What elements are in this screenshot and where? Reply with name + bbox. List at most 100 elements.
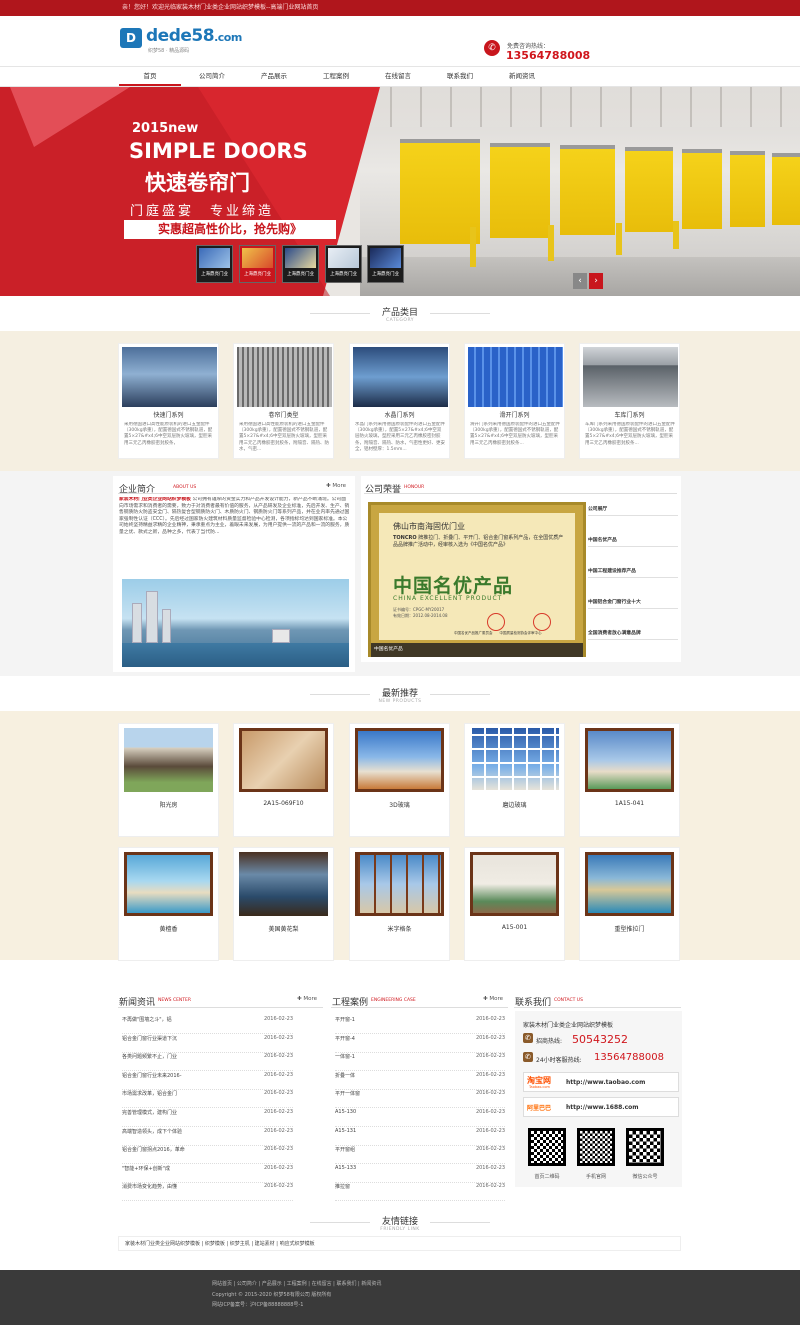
category-card[interactable]: 滑开门系列 滑开门系列采用德国原装配件的进口五金配件（300kg承重），配置德国…: [464, 343, 565, 459]
news-row[interactable]: 各类问题频繁不止，门业 2016-02-23: [122, 1053, 293, 1072]
case-row[interactable]: 推拉窗 2016-02-23: [335, 1183, 505, 1202]
honor-list-item[interactable]: 中国名优产品: [588, 536, 678, 547]
row-title[interactable]: 折叠一体: [335, 1073, 355, 1079]
certificate-image[interactable]: 佛山市南海固优门业 TONCRO 牌推拉门、折叠门、平开门、铝合金门窗系列产品，…: [368, 502, 586, 657]
news-more-link[interactable]: ✚ More: [297, 996, 317, 1002]
product-card[interactable]: 黄檀香: [118, 847, 219, 961]
cases-more-link[interactable]: ✚ More: [483, 996, 503, 1002]
product-card[interactable]: A15-001: [464, 847, 565, 961]
banner-cta[interactable]: 实惠超高性价比，抢先购》: [124, 220, 336, 239]
row-title[interactable]: 推拉窗: [335, 1184, 350, 1190]
logo[interactable]: dede58.com: [146, 26, 242, 46]
nav-item-news[interactable]: 新闻资讯: [491, 67, 553, 86]
footer-link[interactable]: 工程案例: [287, 1281, 307, 1287]
honor-list-item[interactable]: 全国消费者放心满意品牌: [588, 629, 678, 640]
footer-link[interactable]: 在线留言: [312, 1281, 332, 1287]
friend-link[interactable]: 家装木材门业类企业网站织梦模板: [125, 1241, 200, 1247]
footer-link[interactable]: 公司简介: [237, 1281, 257, 1287]
hero-banner[interactable]: 2015new SIMPLE DOORS 快速卷帘门 门庭盛宴 专业缔造 实惠超…: [0, 87, 800, 296]
alibaba-link[interactable]: 阿里巴巴 http://www.1688.com: [523, 1097, 679, 1117]
footer-link[interactable]: 新闻资讯: [361, 1281, 381, 1287]
nav-item-home[interactable]: 首页: [119, 67, 181, 86]
friend-link[interactable]: 织梦主机: [230, 1241, 250, 1247]
row-title[interactable]: 平开窗-4: [335, 1036, 355, 1042]
about-more-link[interactable]: ✚ More: [326, 483, 346, 489]
row-title[interactable]: 铝合金门窗行业未来2016-: [122, 1073, 182, 1079]
case-row[interactable]: A15-133 2016-02-23: [335, 1165, 505, 1183]
row-title[interactable]: 高端智造领头，成下个体验: [122, 1129, 182, 1135]
news-row[interactable]: 高端智造领头，成下个体验 2016-02-23: [122, 1128, 293, 1146]
product-card[interactable]: 1A15-041: [579, 723, 680, 837]
row-title[interactable]: 完善管理模式，建构门业: [122, 1110, 177, 1116]
category-name[interactable]: 滑开门系列: [465, 410, 564, 419]
taobao-link[interactable]: 淘宝网 Taobao.com http://www.taobao.com: [523, 1072, 679, 1092]
row-title[interactable]: 不再做"围墙之斗"，铝: [122, 1017, 172, 1023]
product-card[interactable]: 2A15-069F10: [233, 723, 334, 837]
row-title[interactable]: 一体窗-1: [335, 1054, 355, 1060]
category-name[interactable]: 车库门系列: [580, 410, 679, 419]
news-row[interactable]: 不再做"围墙之斗"，铝 2016-02-23: [122, 1016, 293, 1034]
nav-item-about[interactable]: 公司简介: [181, 67, 243, 86]
product-name[interactable]: 1A15-041: [580, 800, 679, 807]
product-card[interactable]: 阳光房: [118, 723, 219, 837]
product-card[interactable]: 美国黄花梨: [233, 847, 334, 961]
case-row[interactable]: 折叠一体 2016-02-23: [335, 1072, 505, 1090]
row-title[interactable]: A15-133: [335, 1165, 356, 1171]
case-row[interactable]: 平开窗组 2016-02-23: [335, 1146, 505, 1165]
product-name[interactable]: 阳光房: [119, 800, 218, 809]
banner-thumb[interactable]: 上海鼎亮门业: [239, 245, 276, 283]
footer-link[interactable]: 产品展示: [262, 1281, 282, 1287]
news-row[interactable]: 铝合金门窗行业渠道下沉 2016-02-23: [122, 1035, 293, 1053]
news-row[interactable]: 市场需求改革，铝合金门 2016-02-23: [122, 1090, 293, 1109]
friend-link[interactable]: 织梦模板: [205, 1241, 225, 1247]
row-title[interactable]: A15-131: [335, 1128, 356, 1134]
product-name[interactable]: 美国黄花梨: [234, 924, 333, 933]
row-title[interactable]: 市场需求改革，铝合金门: [122, 1091, 177, 1097]
row-title[interactable]: 平开窗组: [335, 1147, 355, 1153]
product-card[interactable]: 米字格条: [349, 847, 450, 961]
case-row[interactable]: 一体窗-1 2016-02-23: [335, 1053, 505, 1072]
case-row[interactable]: 平开窗-1 2016-02-23: [335, 1016, 505, 1034]
case-row[interactable]: A15-131 2016-02-23: [335, 1128, 505, 1146]
product-card[interactable]: 重型推拉门: [579, 847, 680, 961]
row-title[interactable]: 铝合金门窗行业渠道下沉: [122, 1036, 177, 1042]
case-row[interactable]: A15-130 2016-02-23: [335, 1109, 505, 1127]
nav-item-message[interactable]: 在线留言: [367, 67, 429, 86]
product-name[interactable]: 黄檀香: [119, 924, 218, 933]
row-title[interactable]: 消费市场变化趋势，由懂: [122, 1184, 177, 1190]
nav-item-products[interactable]: 产品展示: [243, 67, 305, 86]
banner-thumb[interactable]: 上海鼎亮门业: [325, 245, 362, 283]
product-name[interactable]: 3D玻璃: [350, 800, 449, 809]
category-card[interactable]: 快速门系列 采用德国进口高性能原装机的进口五金配件（300kg承重），配置德国式…: [118, 343, 219, 459]
row-title[interactable]: 平开一体窗: [335, 1091, 360, 1097]
friend-link[interactable]: 建站素材: [255, 1241, 275, 1247]
product-name[interactable]: 重型推拉门: [580, 924, 679, 933]
row-title[interactable]: 铝合金门窗拐点2016，革命: [122, 1147, 185, 1153]
honor-list-item[interactable]: 中国工程建设推荐产品: [588, 567, 678, 578]
logo-mark[interactable]: D: [120, 28, 142, 48]
product-name[interactable]: 2A15-069F10: [234, 800, 333, 807]
news-row[interactable]: 完善管理模式，建构门业 2016-02-23: [122, 1109, 293, 1127]
nav-item-contact[interactable]: 联系我们: [429, 67, 491, 86]
row-title[interactable]: "智能+环保+创新"成: [122, 1166, 170, 1172]
case-row[interactable]: 平开窗-4 2016-02-23: [335, 1035, 505, 1053]
news-row[interactable]: 消费市场变化趋势，由懂 2016-02-23: [122, 1183, 293, 1202]
category-card[interactable]: 卷帘门类型 采用德国进口高性能原装机的进口五金配件（300kg承重），配置德国式…: [233, 343, 334, 459]
banner-thumb[interactable]: 上海鼎亮门业: [367, 245, 404, 283]
category-name[interactable]: 水晶门系列: [350, 410, 449, 419]
product-card[interactable]: 磨边玻璃: [464, 723, 565, 837]
product-name[interactable]: 磨边玻璃: [465, 800, 564, 809]
row-title[interactable]: 平开窗-1: [335, 1017, 355, 1023]
product-name[interactable]: 米字格条: [350, 924, 449, 933]
news-row[interactable]: 铝合金门窗拐点2016，革命 2016-02-23: [122, 1146, 293, 1165]
news-row[interactable]: 铝合金门窗行业未来2016- 2016-02-23: [122, 1072, 293, 1090]
banner-thumb[interactable]: 上海鼎亮门业: [282, 245, 319, 283]
category-name[interactable]: 快速门系列: [119, 410, 218, 419]
banner-next-button[interactable]: ›: [589, 273, 603, 289]
footer-link[interactable]: 联系我们: [336, 1281, 356, 1287]
product-card[interactable]: 3D玻璃: [349, 723, 450, 837]
row-title[interactable]: 各类问题频繁不止，门业: [122, 1054, 177, 1060]
product-name[interactable]: A15-001: [465, 924, 564, 931]
case-row[interactable]: 平开一体窗 2016-02-23: [335, 1090, 505, 1109]
nav-item-cases[interactable]: 工程案例: [305, 67, 367, 86]
